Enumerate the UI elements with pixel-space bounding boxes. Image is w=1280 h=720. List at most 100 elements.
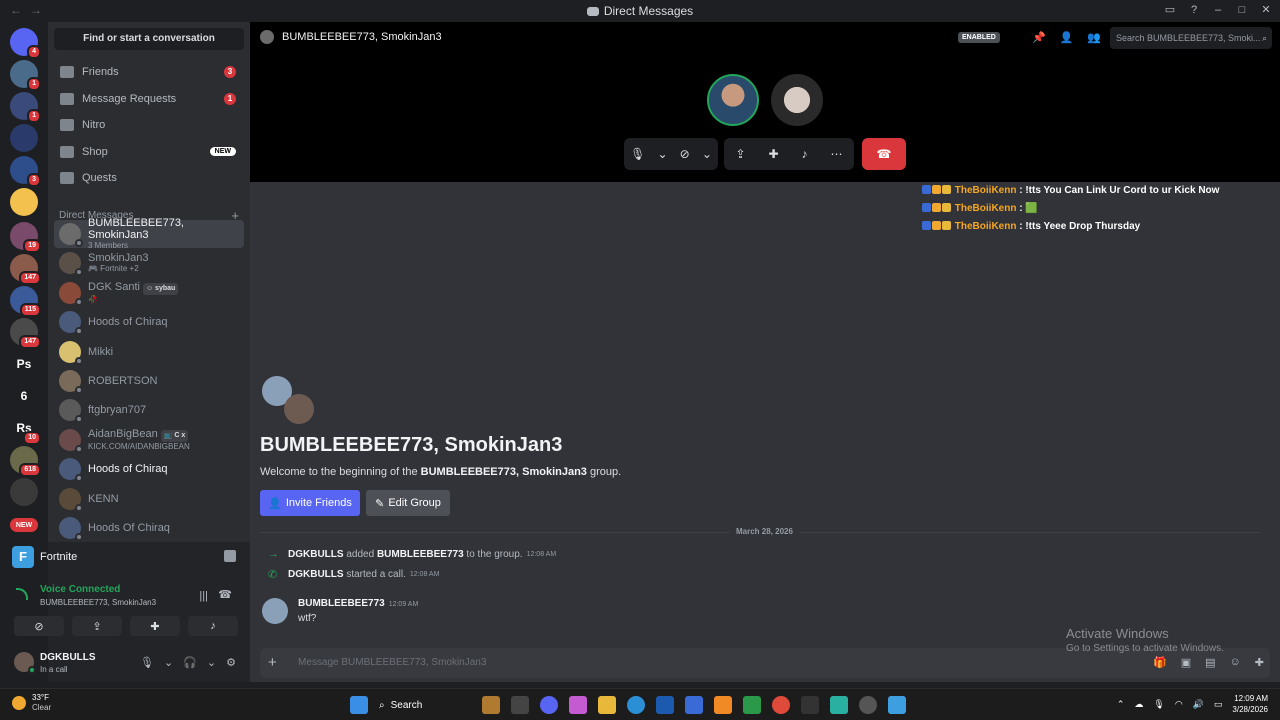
new-badge[interactable]: NEW	[10, 518, 38, 532]
maximize-button[interactable]: □	[1236, 4, 1248, 16]
dm-item[interactable]: ROBERTSON	[54, 367, 244, 395]
signal-icon[interactable]	[16, 588, 28, 600]
more-icon[interactable]: ⋯	[831, 147, 843, 161]
clock[interactable]: 12:09 AM 3/28/2026	[1232, 693, 1268, 715]
nav-item-nitro[interactable]: Nitro	[54, 113, 244, 137]
message-input[interactable]: Message BUMBLEEBEE773, SmokinJan3	[298, 657, 486, 668]
server-icon[interactable]	[10, 188, 38, 216]
server-icon[interactable]	[10, 478, 38, 506]
chevron-down-icon[interactable]: ⌄	[207, 656, 216, 669]
attach-icon[interactable]: +	[268, 654, 277, 671]
camera-off-icon[interactable]: ⊘	[680, 147, 690, 161]
cloud-icon[interactable]: ☁	[1134, 699, 1143, 710]
dm-item[interactable]: AidanBigBean 📺 C x KICK.COM/AIDANBIGBEAN	[54, 426, 244, 454]
edit-group-button[interactable]: ✎ Edit Group	[366, 490, 450, 516]
chevron-down-icon[interactable]: ⌄	[702, 147, 712, 161]
windows-start-icon[interactable]	[350, 696, 368, 714]
dm-item[interactable]: Hoods Of Chiraq	[54, 514, 244, 542]
epic-games-icon[interactable]	[801, 696, 819, 714]
server-icon[interactable]: 115	[10, 286, 41, 317]
vlc-icon[interactable]	[714, 696, 732, 714]
activity-panel[interactable]: F Fortnite	[6, 542, 244, 572]
server-icon[interactable]: 147	[10, 254, 41, 285]
add-member-icon[interactable]: 👤	[1060, 31, 1074, 44]
weather-widget[interactable]: 33°F Clear	[12, 693, 51, 713]
help-icon[interactable]: ?	[1188, 4, 1200, 16]
screen-share-button[interactable]: ⇪	[72, 616, 122, 636]
server-icon[interactable]: 1	[10, 92, 41, 123]
call-participant-avatar[interactable]	[707, 74, 759, 126]
search-input[interactable]: Search BUMBLEEBEE773, Smoki... ⌕	[1110, 27, 1272, 49]
chevron-down-icon[interactable]: ⌄	[164, 656, 173, 669]
server-icon[interactable]	[10, 124, 38, 152]
emoji-icon[interactable]: ☺	[1230, 656, 1241, 669]
dm-item[interactable]: ftgbryan707	[54, 396, 244, 424]
chevron-up-icon[interactable]: ⌃	[1117, 699, 1125, 710]
app-icon[interactable]	[830, 696, 848, 714]
inbox-icon[interactable]: ▭	[1164, 3, 1176, 16]
activity-settings-icon[interactable]	[224, 550, 236, 562]
noise-suppression-icon[interactable]: |||	[199, 590, 208, 602]
wifi-icon[interactable]: ◠	[1175, 699, 1183, 710]
chevron-down-icon[interactable]: ⌄	[657, 147, 667, 161]
task-view-icon[interactable]	[511, 696, 529, 714]
server-icon[interactable]: Rs 10	[10, 414, 41, 445]
edge-icon[interactable]	[627, 696, 645, 714]
dm-item[interactable]: DGK Santi ☺ sybau 🥀	[54, 279, 244, 307]
screen-share-icon[interactable]: ⇪	[735, 147, 745, 161]
server-icon[interactable]: 4	[10, 28, 41, 59]
mic-icon[interactable]: 🎙	[140, 656, 154, 669]
dm-item[interactable]: KENN	[54, 485, 244, 513]
camera-off-button[interactable]: ⊘	[14, 616, 64, 636]
copilot-icon[interactable]	[569, 696, 587, 714]
voice-connected-label[interactable]: Voice Connected	[40, 584, 120, 595]
activities-button[interactable]: ✚	[130, 616, 180, 636]
battery-icon[interactable]: ▭	[1214, 699, 1223, 710]
headphones-icon[interactable]: 🎧	[183, 656, 197, 669]
chrome-icon[interactable]	[772, 696, 790, 714]
nav-item-friends[interactable]: Friends 3	[54, 60, 244, 84]
nav-item-message-requests[interactable]: Message Requests 1	[54, 87, 244, 111]
minimize-button[interactable]: –	[1212, 4, 1224, 16]
server-icon[interactable]: Ps	[10, 350, 38, 378]
dm-item[interactable]: SmokinJan3 🎮 Fortnite +2	[54, 249, 244, 277]
message-author[interactable]: BUMBLEEBEE773 12:09 AM	[298, 598, 418, 609]
voice-channel-name[interactable]: BUMBLEEBEE773, SmokinJan3	[40, 598, 156, 607]
find-conversation-button[interactable]: Find or start a conversation	[54, 28, 244, 50]
gif-icon[interactable]: ▣	[1181, 656, 1191, 669]
soundboard-button[interactable]: ♪	[188, 616, 238, 636]
hangup-button[interactable]: ☎	[862, 138, 906, 170]
apps-icon[interactable]: ✚	[1255, 656, 1264, 669]
server-icon[interactable]: 19	[10, 222, 41, 253]
username[interactable]: DGKBULLS	[40, 652, 96, 663]
sticker-icon[interactable]: ▤	[1205, 656, 1215, 669]
xbox-icon[interactable]	[743, 696, 761, 714]
outlook-icon[interactable]	[685, 696, 703, 714]
file-explorer-icon[interactable]	[598, 696, 616, 714]
call-participant-avatar[interactable]	[771, 74, 823, 126]
taskbar-search[interactable]: ⌕ Search	[379, 695, 471, 715]
avatar[interactable]	[14, 652, 36, 674]
server-icon[interactable]: 1	[10, 60, 41, 91]
discord-icon[interactable]	[540, 696, 558, 714]
dm-item[interactable]: Hoods of Chiraq	[54, 308, 244, 336]
fortnite-icon[interactable]	[888, 696, 906, 714]
member-list-icon[interactable]: 👥	[1087, 31, 1101, 44]
enabled-badge[interactable]: ENABLED	[958, 32, 1000, 43]
nav-item-quests[interactable]: Quests	[54, 166, 244, 190]
server-icon[interactable]: 618	[10, 446, 41, 477]
widget-icon[interactable]	[482, 696, 500, 714]
mic-icon[interactable]: 🎙	[630, 147, 645, 161]
volume-icon[interactable]: 🔊	[1193, 699, 1204, 710]
disconnect-icon[interactable]: ☎	[218, 588, 232, 601]
avatar[interactable]	[262, 598, 288, 624]
close-button[interactable]: ✕	[1260, 3, 1272, 16]
mic-icon[interactable]: 🎙	[1153, 699, 1164, 710]
server-icon[interactable]: 3	[10, 156, 41, 187]
server-icon[interactable]: 6	[10, 382, 38, 410]
invite-friends-button[interactable]: 👤 Invite Friends	[260, 490, 360, 516]
gift-icon[interactable]: 🎁	[1153, 656, 1167, 669]
dm-item[interactable]: BUMBLEEBEE773, SmokinJan3 3 Members	[54, 217, 244, 250]
gear-icon[interactable]: ⚙	[226, 656, 236, 669]
dm-item[interactable]: Mikki	[54, 338, 244, 366]
